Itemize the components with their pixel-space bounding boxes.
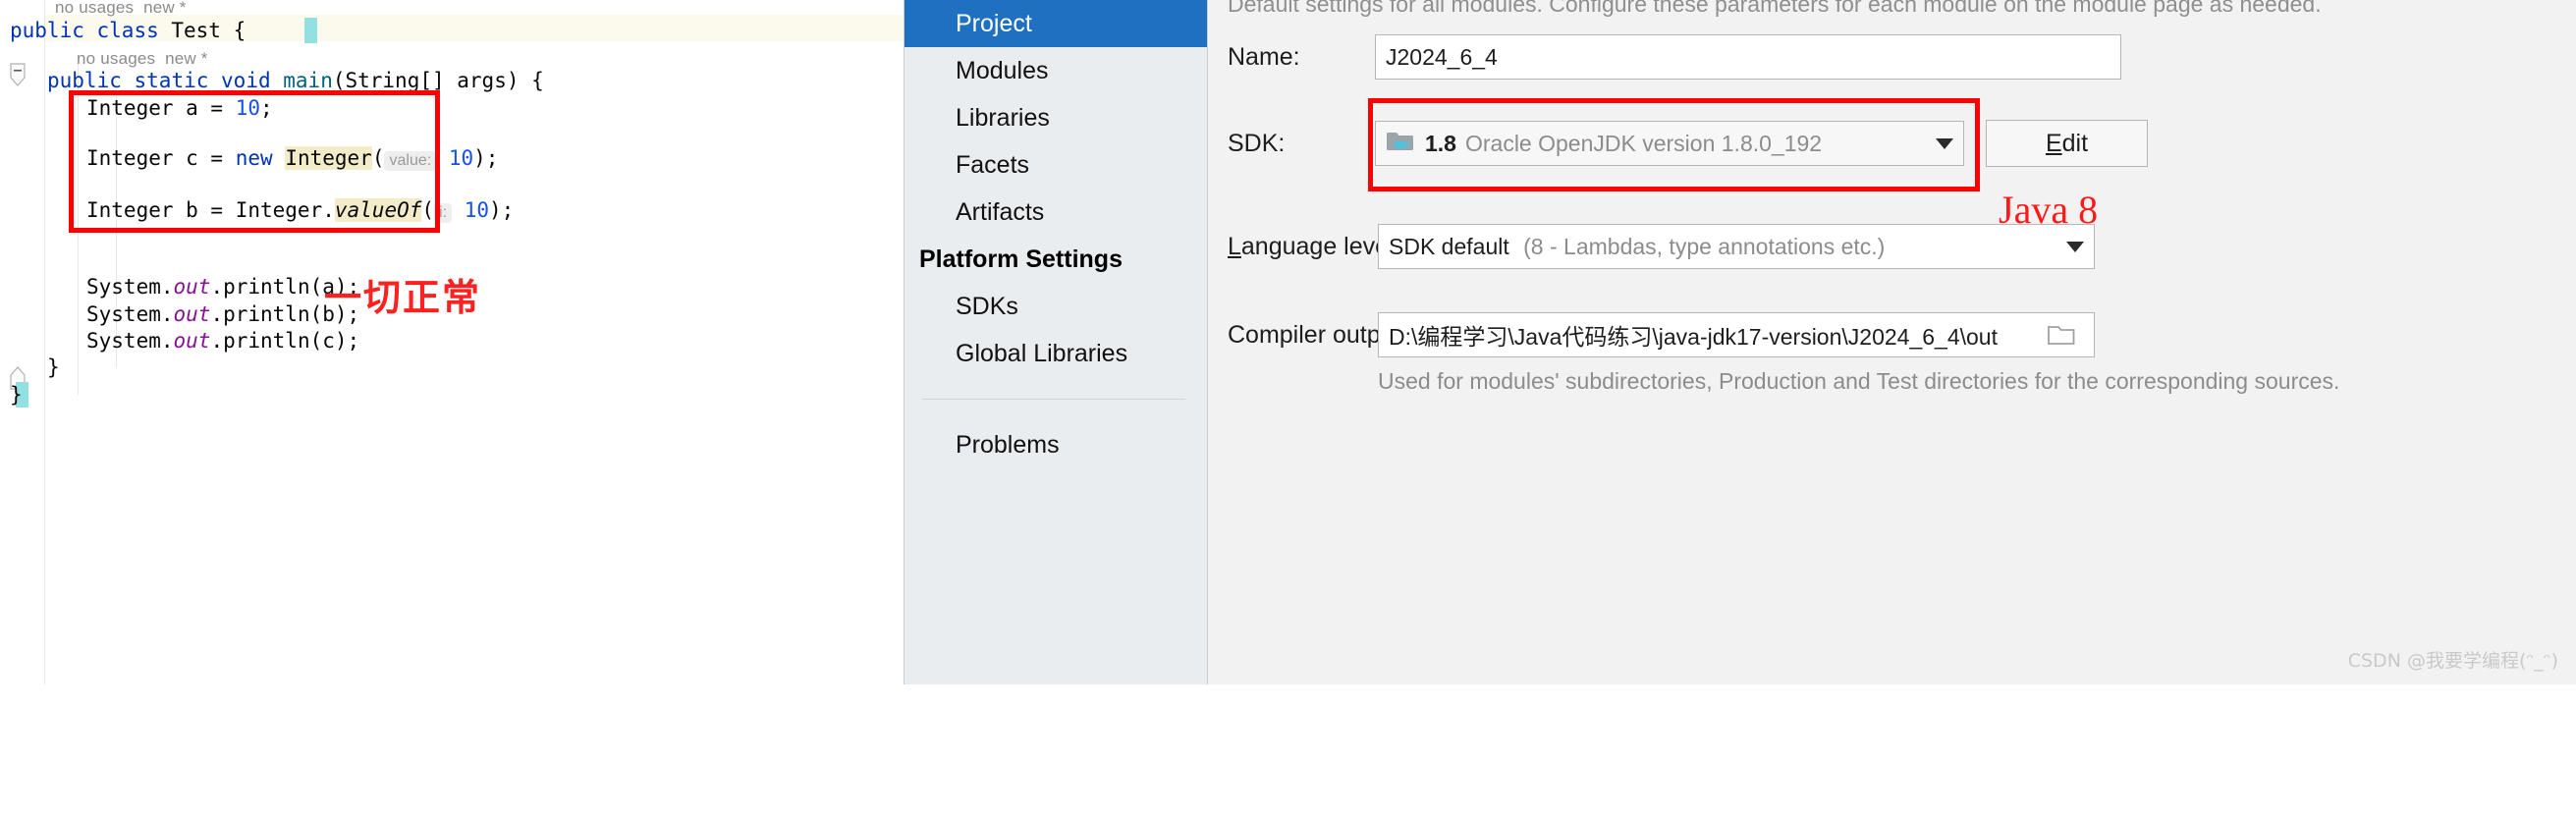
code-line-int-b: Integer b = Integer.valueOf(i: 10); [86,198,515,223]
sidebar-item-sdks[interactable]: SDKs [904,283,1207,330]
sidebar-item-artifacts[interactable]: Artifacts [904,189,1207,236]
code-line-println-c: System.out.println(c); [86,329,360,353]
sidebar-group-platform-settings: Platform Settings [904,236,1207,283]
project-settings-pane: Default settings for all modules. Config… [1208,0,2576,684]
compiler-output-row: Compiler output: D:\编程学习\Java代码练习\java-j… [1228,312,2576,357]
compiler-output-label: Compiler output: [1228,320,1408,349]
sidebar-group-label: Platform Settings [919,245,1123,273]
sidebar-item-label: SDKs [956,292,1018,320]
sdk-edit-label: dit [2061,129,2089,157]
compiler-output-value: D:\编程学习\Java代码练习\java-jdk17-version\J202… [1389,324,1998,350]
sidebar-item-label: Artifacts [956,197,1045,226]
sdk-edit-mnemonic: E [2045,129,2062,157]
sidebar-item-libraries[interactable]: Libraries [904,94,1207,141]
sidebar-item-project[interactable]: Project [904,0,1207,47]
sdk-row: SDK: 1.8 Oracle OpenJDK version 1.8.0_19… [1228,120,2576,167]
sdk-edit-button[interactable]: Edit [1986,120,2148,167]
language-level-value: SDK default [1389,233,1509,259]
code-line-println-a: System.out.println(a); [86,275,360,299]
code-line-int-c: Integer c = new Integer(value: 10); [86,146,499,171]
chevron-down-icon[interactable] [2066,241,2084,252]
sidebar-item-facets[interactable]: Facets [904,141,1207,189]
language-level-combobox[interactable]: SDK default (8 - Lambdas, type annotatio… [1378,224,2095,269]
sidebar-item-label: Libraries [956,103,1050,132]
annotation-all-normal: 一切正常 [324,276,482,319]
sdk-label: SDK: [1228,129,1286,157]
language-level-row: Language level: SDK default (8 - Lambdas… [1228,224,2576,269]
code-line-close-method: } [47,355,60,379]
sidebar-item-label: Facets [956,150,1030,179]
compiler-output-input[interactable]: D:\编程学习\Java代码练习\java-jdk17-version\J202… [1378,312,2095,357]
chevron-down-icon[interactable] [1936,137,1953,149]
settings-sidebar[interactable]: Project Modules Libraries Facets Artifac… [904,0,1208,684]
jdk-folder-icon [1386,128,1415,159]
sidebar-item-label: Global Libraries [956,339,1128,367]
language-level-detail: (8 - Lambdas, type annotations etc.) [1523,233,1886,259]
code-line-class-decl: public class Test { [10,19,247,42]
csdn-watermark: CSDN @我要学编程(ᵔ_ᵔ) [2347,650,2558,672]
sidebar-item-label: Project [956,9,1032,37]
sdk-value-label: Oracle OpenJDK version 1.8.0_192 [1464,130,1823,156]
code-text-layer[interactable]: no usages new * public class Test { no u… [0,0,904,684]
code-line-close-class: } [10,383,23,407]
sidebar-item-label: Problems [956,430,1060,459]
code-line-println-b: System.out.println(b); [86,302,360,326]
sidebar-item-problems[interactable]: Problems [904,421,1207,468]
pane-description: Default settings for all modules. Config… [1228,0,2322,17]
name-input-value: J2024_6_4 [1386,43,1498,70]
name-label: Name: [1228,42,1300,71]
app-root: no usages new * public class Test { no u… [0,0,2576,684]
code-line-main-decl: public static void main(String[] args) { [47,69,544,92]
sidebar-item-modules[interactable]: Modules [904,47,1207,94]
sidebar-item-global-libraries[interactable]: Global Libraries [904,330,1207,377]
name-row: Name: J2024_6_4 [1228,34,2514,80]
project-structure-dialog: Project Modules Libraries Facets Artifac… [904,0,2576,684]
sidebar-divider [922,399,1185,400]
code-editor[interactable]: no usages new * public class Test { no u… [0,0,904,684]
sdk-combobox[interactable]: 1.8 Oracle OpenJDK version 1.8.0_192 [1375,121,1964,166]
code-line-int-a: Integer a = 10; [86,96,273,120]
compiler-output-helper: Used for modules' subdirectories, Produc… [1378,368,2340,394]
language-level-label: Language level: [1228,232,1401,260]
name-input[interactable]: J2024_6_4 [1375,34,2121,80]
sidebar-item-label: Modules [956,56,1049,84]
browse-folder-icon[interactable] [2041,313,2084,356]
sdk-version-label: 1.8 [1425,130,1456,156]
